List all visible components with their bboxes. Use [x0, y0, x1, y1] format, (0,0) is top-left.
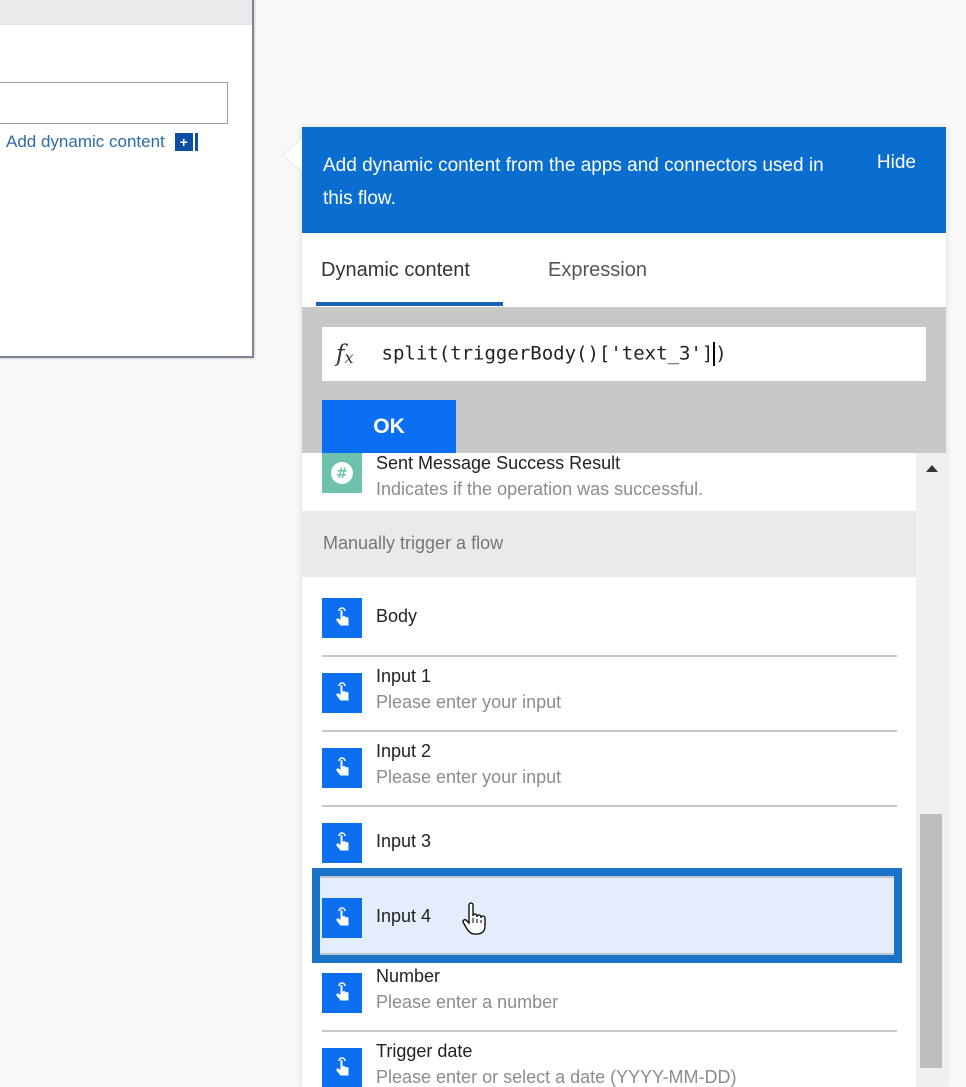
manual-trigger-icon: [322, 973, 362, 1013]
dynamic-content-list: # Sent Message Success Result Indicates …: [302, 453, 916, 1087]
dynamic-content-panel: Add dynamic content from the apps and co…: [284, 127, 946, 1087]
manual-trigger-icon: [322, 598, 362, 638]
plus-icon-bar: [194, 133, 198, 151]
item-title: Number: [376, 966, 441, 986]
item-title: Input 2: [376, 741, 432, 761]
item-title: Input 1: [376, 666, 432, 686]
panel-tabs: Dynamic content Expression: [302, 233, 946, 307]
plus-icon[interactable]: +: [174, 133, 193, 151]
card-text-field[interactable]: [0, 82, 228, 124]
manual-trigger-icon: [322, 898, 362, 938]
item-desc: Please enter a number: [376, 992, 559, 1012]
item-desc: Please enter your input: [376, 767, 562, 787]
item-title: Trigger date: [376, 1041, 473, 1061]
manual-trigger-icon: [322, 673, 362, 713]
panel-header-text: Add dynamic content from the apps and co…: [323, 155, 824, 209]
item-title: Body: [376, 606, 418, 626]
hide-button[interactable]: Hide: [877, 152, 916, 174]
tab-expression[interactable]: Expression: [548, 259, 647, 282]
panel-pointer: [284, 139, 302, 171]
item-desc: Please enter your input: [376, 692, 562, 712]
expression-input[interactable]: fx split(triggerBody()['text_3']): [322, 327, 926, 381]
slack-hash-icon: #: [322, 453, 362, 493]
card-header: [0, 0, 252, 25]
tab-dynamic-content[interactable]: Dynamic content: [321, 259, 470, 282]
ok-button[interactable]: OK: [322, 400, 456, 454]
scroll-up-arrow-icon[interactable]: [926, 465, 938, 472]
svg-text:#: #: [336, 466, 348, 482]
active-tab-indicator: [316, 302, 503, 306]
item-title: Sent Message Success Result: [376, 453, 621, 473]
hand-pointer-cursor-icon: [462, 902, 486, 941]
expression-area: fx split(triggerBody()['text_3']) OK: [302, 307, 946, 454]
item-title: Input 4: [376, 906, 432, 926]
manual-trigger-icon: [322, 1048, 362, 1087]
action-card: Add dynamic content +: [0, 0, 254, 358]
item-title: Input 3: [376, 831, 432, 851]
fx-icon: fx: [336, 341, 354, 367]
scrollbar-thumb[interactable]: [920, 814, 942, 1068]
item-desc: Please enter or select a date (YYYY-MM-D…: [376, 1067, 737, 1087]
section-header-manual-trigger: Manually trigger a flow: [302, 511, 916, 577]
item-desc: Indicates if the operation was successfu…: [376, 479, 704, 499]
add-dynamic-content-label: Add dynamic content: [6, 132, 165, 151]
manual-trigger-icon: [322, 748, 362, 788]
expression-value: split(triggerBody()['text_3']): [381, 342, 727, 366]
panel-header: Add dynamic content from the apps and co…: [302, 127, 946, 233]
manual-trigger-icon: [322, 823, 362, 863]
add-dynamic-content-link[interactable]: Add dynamic content +: [6, 132, 198, 152]
list-scrollbar[interactable]: [916, 453, 946, 1087]
